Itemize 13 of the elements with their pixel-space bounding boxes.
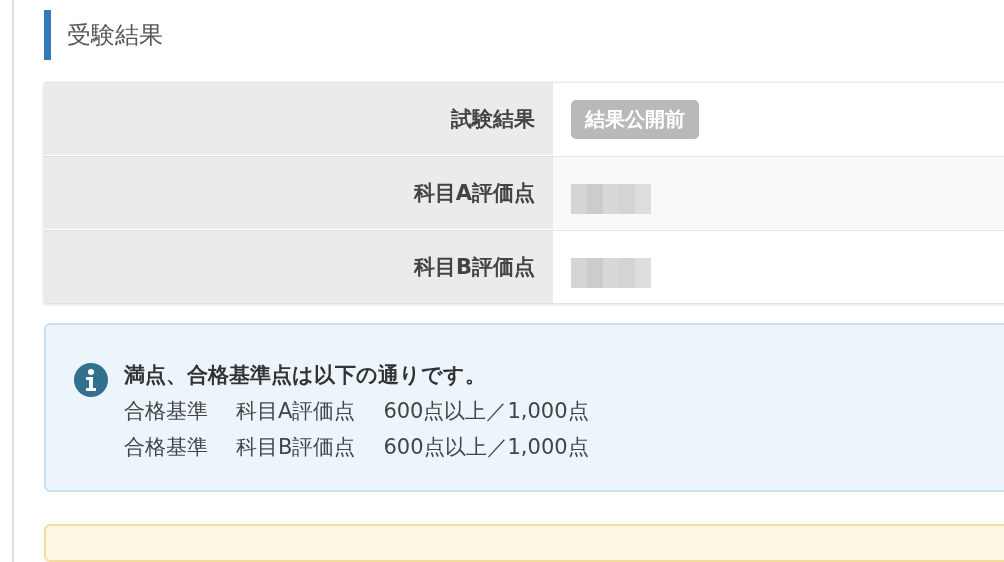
row-label: 科目B評価点	[44, 230, 553, 303]
criteria-text: 合格基準	[124, 434, 208, 461]
section-title: 受験結果	[44, 10, 1004, 60]
status-badge: 結果公開前	[571, 99, 699, 139]
criteria-text: 600点以上／1,000点	[383, 434, 589, 461]
criteria-text: 600点以上／1,000点	[383, 398, 589, 425]
info-title: 満点、合格基準点は以下の通りです。	[124, 362, 487, 389]
row-label: 試験結果	[44, 82, 553, 155]
row-label: 科目A評価点	[44, 156, 553, 229]
criteria-text: 科目B評価点	[236, 434, 356, 461]
criteria-text: 科目A評価点	[236, 398, 356, 425]
info-icon	[74, 363, 108, 397]
criteria-text: 合格基準	[124, 398, 208, 425]
